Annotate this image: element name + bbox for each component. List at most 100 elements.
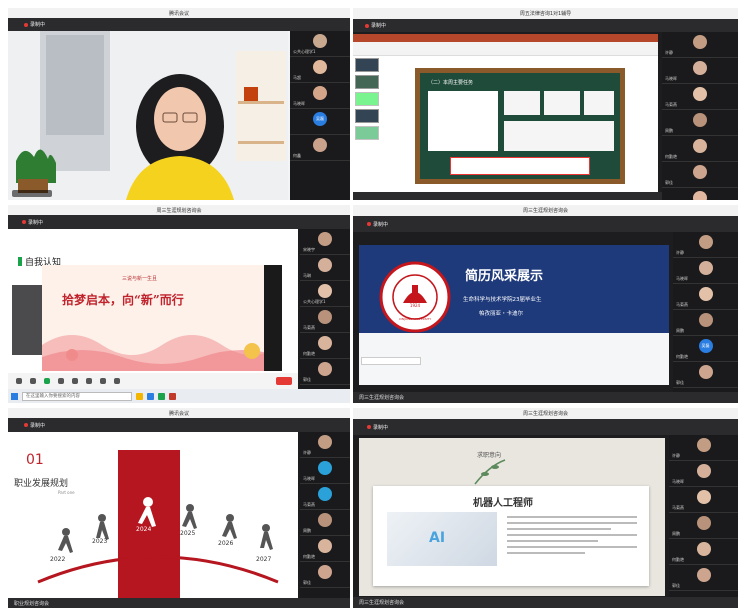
participant-tile[interactable]: 周鹏: [300, 510, 350, 536]
participant-tile[interactable]: 吴磊 何勤艳: [673, 336, 738, 362]
meeting-window-3: 周三生涯规划咨询会 录制中 自我认知 三说与新一生且 拾梦启本，向“新”而行 在…: [8, 205, 350, 403]
participant-tile[interactable]: 郭佳: [673, 362, 738, 388]
window-title: 周三生涯规划咨询会: [522, 411, 568, 417]
participants-icon[interactable]: [58, 378, 64, 384]
slide-subtitle-name: 帕孜丽亚・卡迪尔: [479, 311, 524, 317]
taskbar-app-icon[interactable]: [147, 392, 154, 400]
shared-screen: 自我认知 三说与新一生且 拾梦启本，向“新”而行: [8, 229, 298, 373]
end-meeting-button[interactable]: [276, 377, 292, 385]
camera-icon[interactable]: [30, 378, 36, 384]
recording-indicator[interactable]: 录制中: [24, 422, 45, 429]
title-bar: 周三生涯规划咨询会: [353, 205, 738, 216]
participant-tile[interactable]: 张娜: [662, 188, 738, 200]
participants-sidebar: 许静 马晓晖 马菊燕 周鹏 何勤艳 郭佳 张娜: [662, 32, 738, 200]
job-title: 机器人工程师: [473, 498, 533, 509]
participant-tile[interactable]: 周鹏: [662, 110, 738, 136]
ai-text: AI: [429, 530, 446, 546]
title-bar: 腾讯会议: [8, 408, 350, 418]
meeting-window-6: 周三生涯规划咨询会 录制中 求职意向 机器人工程师 AI 周三生涯规划咨询会 许…: [353, 408, 738, 608]
title-bar: 周三生涯规划咨询会: [8, 205, 350, 215]
taskbar-app-icon[interactable]: [169, 392, 176, 400]
participant-tile[interactable]: 马晓晖: [669, 461, 738, 487]
record-icon: [367, 222, 371, 226]
participant-tile[interactable]: 周鹏: [673, 310, 738, 336]
share-icon[interactable]: [44, 378, 50, 384]
logo-year: 1924: [409, 303, 421, 308]
participant-tile[interactable]: 宋晓宇: [300, 229, 350, 255]
mic-icon[interactable]: [16, 378, 22, 384]
record-icon: [367, 425, 371, 429]
career-timeline: [37, 450, 279, 598]
participant-tile[interactable]: 马菊燕: [673, 284, 738, 310]
timeline-year: 2023: [92, 538, 108, 545]
participant-tile[interactable]: 马晓晖: [673, 258, 738, 284]
speaker-name-tag: [12, 190, 52, 197]
ppt-thumbnails: [355, 58, 379, 188]
status-bar: 职业规划咨询会: [8, 598, 350, 608]
participant-tile[interactable]: 许静: [669, 435, 738, 461]
participant-tile[interactable]: 公共心理学1: [300, 281, 350, 307]
participant-tile[interactable]: 何勤艳: [300, 536, 350, 562]
participant-tile[interactable]: 郭佳: [300, 359, 350, 385]
participant-tile[interactable]: 马晓晖: [662, 58, 738, 84]
participant-tile[interactable]: 公共心理学1: [290, 31, 350, 57]
record-icon: [24, 423, 28, 427]
participant-tile[interactable]: 马晓晖: [290, 83, 350, 109]
record-button-icon[interactable]: [86, 378, 92, 384]
participant-tile[interactable]: 何鑫: [290, 135, 350, 161]
participant-tile[interactable]: 许静: [662, 32, 738, 58]
recording-indicator[interactable]: 录制中: [367, 221, 388, 228]
participant-tile[interactable]: 何勤艳: [669, 539, 738, 565]
window-title: 周三生涯规划咨询会: [522, 208, 568, 214]
taskbar-search-box[interactable]: 在这里输入你要搜索的内容: [22, 391, 132, 401]
slide-heading: （二）本周主要任务: [428, 80, 474, 86]
participant-tile[interactable]: 郭佳: [300, 562, 350, 588]
recording-indicator[interactable]: 录制中: [24, 21, 45, 28]
settings-icon[interactable]: [114, 378, 120, 384]
meeting-window-1: 腾讯会议 录制中 公共心理学1 马超 马晓晖 吴磊 何鑫: [8, 8, 350, 200]
taskbar-app-icon[interactable]: [136, 392, 143, 400]
toolbar: 录制中: [353, 419, 738, 435]
recording-indicator[interactable]: 录制中: [365, 22, 386, 29]
participant-tile[interactable]: 马琳: [300, 255, 350, 281]
participant-tile[interactable]: 郭佳: [662, 162, 738, 188]
slide-chalkboard: （二）本周主要任务: [415, 68, 625, 184]
chat-icon[interactable]: [72, 378, 78, 384]
slide-card: 机器人工程师 AI: [373, 486, 649, 586]
poster-title: 拾梦启本，向“新”而行: [62, 293, 184, 307]
participant-tile[interactable]: 郭佳: [669, 565, 738, 591]
timeline-year: 2025: [180, 530, 196, 537]
footer-meeting-name: 职业规划咨询会: [14, 600, 50, 607]
participant-tile[interactable]: 许静: [673, 232, 738, 258]
timeline-year: 2022: [50, 556, 66, 563]
taskbar-app-icon[interactable]: [158, 392, 165, 400]
participant-tile[interactable]: 马晓晖: [300, 458, 350, 484]
participant-tile[interactable]: 何勤艳: [300, 333, 350, 359]
participant-tile[interactable]: 马菊燕: [300, 484, 350, 510]
participant-tile[interactable]: 周鹏: [669, 513, 738, 539]
window-title: 周三生涯规划咨询会: [156, 207, 202, 214]
participant-tile[interactable]: 马超: [290, 57, 350, 83]
participant-tile[interactable]: 许静: [300, 432, 350, 458]
window-title: 周五法律咨询1对1辅导: [519, 11, 572, 17]
toolbar: 录制中: [353, 216, 738, 232]
recording-indicator[interactable]: 录制中: [22, 219, 43, 226]
participants-sidebar: 许静 马晓晖 马菊燕 周鹏 何勤艳 郭佳: [669, 435, 738, 597]
participants-sidebar: 许静 马晓晖 马菊燕 周鹏 吴磊 何勤艳 郭佳: [673, 232, 738, 392]
participant-tile[interactable]: 马菊燕: [300, 307, 350, 333]
recording-indicator[interactable]: 录制中: [367, 424, 388, 431]
timeline-year: 2027: [256, 556, 272, 563]
poster-image: 三说与新一生且 拾梦启本，向“新”而行: [42, 265, 282, 371]
slide-subtitle-school: 生命科学与技术学院23届毕业生: [463, 297, 542, 303]
participant-tile[interactable]: 马菊燕: [669, 487, 738, 513]
ai-image: AI: [387, 512, 497, 566]
speaker-video: [8, 31, 288, 200]
participant-tile[interactable]: 何勤艳: [662, 136, 738, 162]
apps-icon[interactable]: [100, 378, 106, 384]
start-icon[interactable]: [11, 392, 18, 400]
record-icon: [22, 220, 26, 224]
participant-tile[interactable]: 吴磊: [290, 109, 350, 135]
footer-meeting-name: 周三生涯规划咨询会: [359, 395, 405, 401]
poster-subtitle: 三说与新一生且: [122, 276, 158, 282]
participant-tile[interactable]: 马菊燕: [662, 84, 738, 110]
